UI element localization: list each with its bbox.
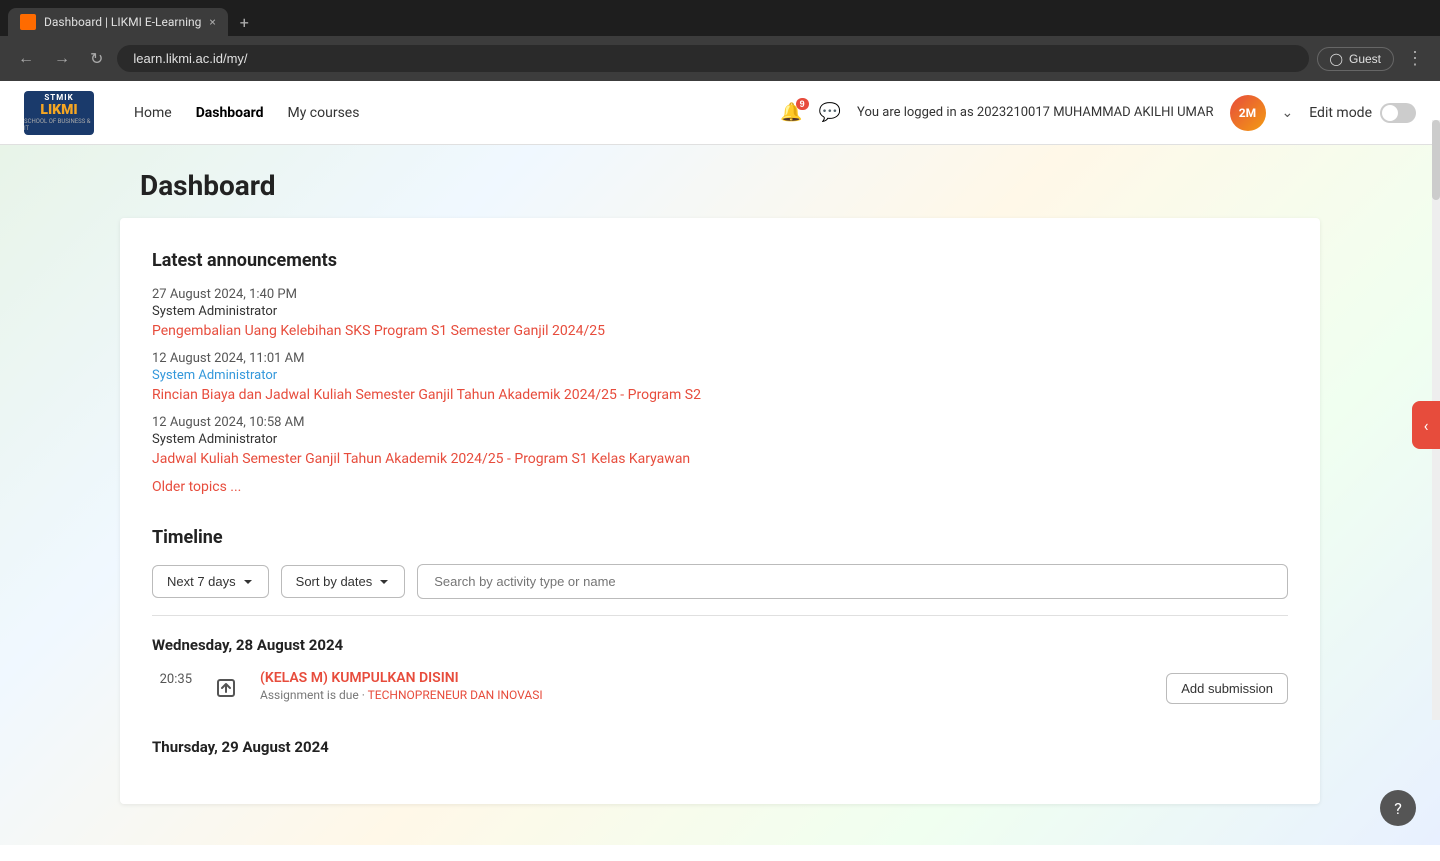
back-button[interactable]: ← <box>12 46 40 72</box>
timeline-controls: Next 7 days Sort by dates <box>152 564 1288 599</box>
help-button[interactable]: ? <box>1380 790 1416 826</box>
announcement-item: 12 August 2024, 11:01 AM System Administ… <box>152 351 1288 403</box>
announcement-link[interactable]: Pengembalian Uang Kelebihan SKS Program … <box>152 323 1288 339</box>
logo-area: STMIK LIKMI SCHOOL OF BUSINESS & IT <box>24 91 94 135</box>
next-7-days-label: Next 7 days <box>167 574 236 589</box>
add-submission-button[interactable]: Add submission <box>1166 673 1288 704</box>
forward-button[interactable]: → <box>48 46 76 72</box>
announcement-date: 12 August 2024, 10:58 AM <box>152 415 1288 430</box>
nav-home[interactable]: Home <box>134 101 172 125</box>
announcement-link[interactable]: Jadwal Kuliah Semester Ganjil Tahun Akad… <box>152 451 1288 467</box>
entry-title[interactable]: (KELAS M) KUMPULKAN DISINI <box>260 670 459 686</box>
main-nav: Home Dashboard My courses <box>134 101 359 125</box>
entry-content: (KELAS M) KUMPULKAN DISINI Assignment is… <box>260 670 1150 702</box>
announcement-item: 12 August 2024, 10:58 AM System Administ… <box>152 415 1288 467</box>
sidebar-toggle-button[interactable]: ‹ <box>1412 401 1440 449</box>
logo-stmik: STMIK <box>44 93 73 102</box>
browser-nav: ← → ↻ ◯ Guest ⋮ <box>0 36 1440 81</box>
older-topics-link[interactable]: Older topics ... <box>152 479 241 495</box>
announcement-link[interactable]: Rincian Biaya dan Jadwal Kuliah Semester… <box>152 387 1288 403</box>
edit-mode-control: Edit mode <box>1309 103 1416 123</box>
address-bar[interactable] <box>117 45 1308 72</box>
sort-label: Sort by dates <box>296 574 373 589</box>
edit-mode-toggle[interactable] <box>1380 103 1416 123</box>
day-header: Thursday, 29 August 2024 <box>152 738 1288 756</box>
timeline-section: Timeline Next 7 days Sort by dates We <box>152 527 1288 756</box>
profile-button[interactable]: ◯ Guest <box>1317 47 1394 71</box>
profile-label: Guest <box>1349 52 1381 66</box>
avatar[interactable]: 2M <box>1230 95 1266 131</box>
logo-likmi: LIKMI <box>40 102 77 118</box>
message-button[interactable]: 💬 <box>819 102 841 123</box>
profile-icon: ◯ <box>1330 52 1343 66</box>
course-name: TECHNOPRENEUR DAN INOVASI <box>368 688 543 702</box>
day-header: Wednesday, 28 August 2024 <box>152 636 1288 654</box>
tab-bar: Dashboard | LIKMI E-Learning × + <box>0 0 1440 36</box>
announcement-date: 12 August 2024, 11:01 AM <box>152 351 1288 366</box>
tab-close-button[interactable]: × <box>209 15 215 29</box>
avatar-chevron-icon[interactable]: ⌄ <box>1282 105 1294 121</box>
tab-favicon <box>20 14 36 30</box>
tab-title: Dashboard | LIKMI E-Learning <box>44 15 201 29</box>
toggle-knob <box>1382 105 1398 121</box>
upload-icon <box>208 670 244 706</box>
timeline-day: Thursday, 29 August 2024 <box>152 738 1288 756</box>
new-tab-button[interactable]: + <box>232 9 257 36</box>
active-tab[interactable]: Dashboard | LIKMI E-Learning × <box>8 8 228 36</box>
announcements-title: Latest announcements <box>152 250 1288 271</box>
announcements-section: Latest announcements 27 August 2024, 1:4… <box>152 250 1288 495</box>
chevron-down-icon <box>242 576 254 588</box>
announcement-author: System Administrator <box>152 368 1288 383</box>
search-input[interactable] <box>417 564 1288 599</box>
timeline-divider <box>152 615 1288 616</box>
nav-dashboard[interactable]: Dashboard <box>196 101 264 125</box>
page-background: Dashboard Latest announcements 27 August… <box>0 145 1440 845</box>
chevron-down-icon <box>378 576 390 588</box>
announcement-author: System Administrator <box>152 432 1288 447</box>
site-header: STMIK LIKMI SCHOOL OF BUSINESS & IT Home… <box>0 81 1440 145</box>
timeline-title: Timeline <box>152 527 1288 548</box>
announcement-item: 27 August 2024, 1:40 PM System Administr… <box>152 287 1288 339</box>
app-container: STMIK LIKMI SCHOOL OF BUSINESS & IT Home… <box>0 81 1440 861</box>
entry-time: 20:35 <box>152 672 192 687</box>
reload-button[interactable]: ↻ <box>84 45 109 73</box>
logo: STMIK LIKMI SCHOOL OF BUSINESS & IT <box>24 91 94 135</box>
timeline-entry: 20:35 (KELAS M) KUMPULKAN DISINI Assignm… <box>152 670 1288 722</box>
logo-sub: SCHOOL OF BUSINESS & IT <box>24 118 94 132</box>
notification-button[interactable]: 🔔 9 <box>780 102 802 123</box>
content-card: Latest announcements 27 August 2024, 1:4… <box>120 218 1320 804</box>
nav-mycourses[interactable]: My courses <box>287 101 359 125</box>
timeline-day: Wednesday, 28 August 2024 20:35 (KELAS M… <box>152 636 1288 722</box>
edit-mode-label: Edit mode <box>1309 105 1372 121</box>
header-right: 🔔 9 💬 You are logged in as 2023210017 MU… <box>780 95 1416 131</box>
page-title: Dashboard <box>0 169 1440 218</box>
user-info: You are logged in as 2023210017 MUHAMMAD… <box>857 105 1213 120</box>
notification-badge: 9 <box>796 98 809 110</box>
scrollbar-thumb[interactable] <box>1432 120 1440 200</box>
announcement-date: 27 August 2024, 1:40 PM <box>152 287 1288 302</box>
browser-window: Dashboard | LIKMI E-Learning × + ← → ↻ ◯… <box>0 0 1440 81</box>
sort-by-dates-dropdown[interactable]: Sort by dates <box>281 565 406 598</box>
next-7-days-dropdown[interactable]: Next 7 days <box>152 565 269 598</box>
entry-subtitle: Assignment is due · TECHNOPRENEUR DAN IN… <box>260 688 1150 702</box>
announcement-author: System Administrator <box>152 304 1288 319</box>
browser-menu-button[interactable]: ⋮ <box>1402 44 1428 73</box>
